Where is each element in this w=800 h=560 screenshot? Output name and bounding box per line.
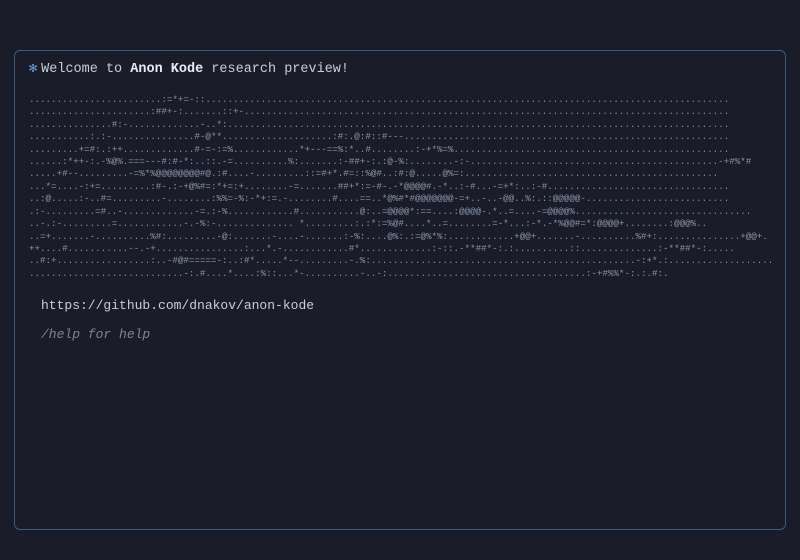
help-hint: /help for help	[41, 327, 771, 342]
welcome-message: ✻ Welcome to Anon Kode research preview!	[29, 61, 771, 80]
welcome-appname: Anon Kode	[130, 62, 203, 77]
welcome-prefix: Welcome to	[41, 62, 130, 77]
repo-url[interactable]: https://github.com/dnakov/anon-kode	[41, 298, 771, 313]
welcome-panel: ✻Welcome to Anon Kode research preview! …	[14, 50, 786, 530]
welcome-suffix: research preview!	[203, 62, 349, 77]
ascii-art: ........................:=*+=-::........…	[29, 94, 771, 280]
star-icon: ✻	[29, 62, 37, 77]
